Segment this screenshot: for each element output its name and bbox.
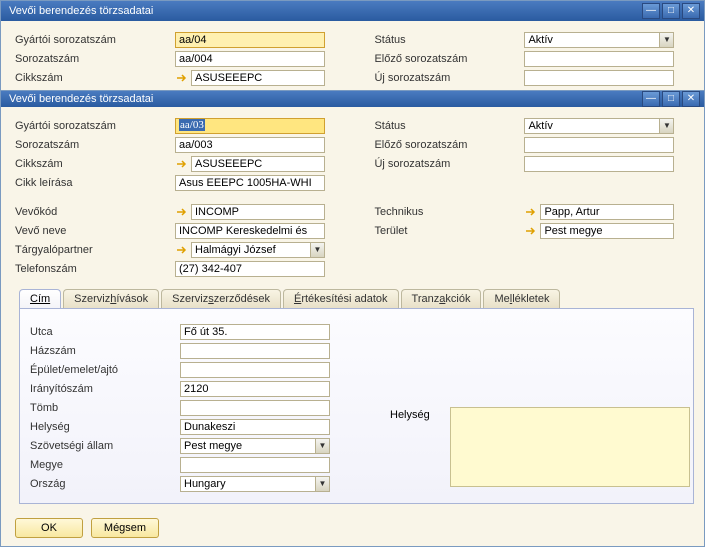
label-technikus: Technikus: [374, 206, 524, 218]
tomb-input[interactable]: [180, 400, 330, 416]
window-title: Vevői berendezés törzsadatai: [9, 5, 640, 17]
chevron-down-icon[interactable]: ▼: [315, 439, 329, 453]
terulet-input[interactable]: [540, 223, 674, 239]
label-sorozat: Sorozatszám: [15, 53, 175, 65]
link-arrow-icon[interactable]: [524, 206, 538, 218]
helyseg-input[interactable]: [180, 419, 330, 435]
technikus-input[interactable]: [540, 204, 674, 220]
elozo-input[interactable]: [524, 51, 674, 67]
chevron-down-icon[interactable]: ▼: [659, 33, 673, 47]
label-cikkleiras: Cikk leírása: [15, 177, 175, 189]
label-gyartoi: Gyártói sorozatszám: [15, 120, 175, 132]
form-area-front: Gyártói sorozatszám aa/03 Státus ▼ Soroz…: [1, 107, 704, 283]
label-vevoneve: Vevő neve: [15, 225, 175, 237]
targyalo-select[interactable]: [191, 242, 325, 258]
label-iranyito: Irányítószám: [30, 383, 180, 395]
chevron-down-icon[interactable]: ▼: [659, 119, 673, 133]
vevoneve-input[interactable]: [175, 223, 325, 239]
link-arrow-icon[interactable]: [524, 225, 538, 237]
label-status: Státus: [374, 34, 524, 46]
titlebar-front: Vevői berendezés törzsadatai — □ ✕: [1, 91, 704, 107]
tab-ertekesitesi[interactable]: Értékesítési adatok: [283, 289, 399, 308]
label-hazszam: Házszám: [30, 345, 180, 357]
elozo-input[interactable]: [524, 137, 674, 153]
minimize-button[interactable]: —: [642, 3, 660, 19]
form-area-back: Gyártói sorozatszám Státus ▼ Sorozatszám…: [1, 21, 704, 92]
label-szovetseg: Szövetségi állam: [30, 440, 180, 452]
maximize-button[interactable]: □: [662, 3, 680, 19]
telefon-input[interactable]: [175, 261, 325, 277]
epulet-input[interactable]: [180, 362, 330, 378]
label-status: Státus: [374, 120, 524, 132]
tab-mellekletek[interactable]: Mellékletek: [483, 289, 560, 308]
label-sorozat: Sorozatszám: [15, 139, 175, 151]
close-button[interactable]: ✕: [682, 3, 700, 19]
tab-tranzakciok[interactable]: Tranzakciók: [401, 289, 482, 308]
link-arrow-icon[interactable]: [175, 72, 189, 84]
link-arrow-icon[interactable]: [175, 158, 189, 170]
chevron-down-icon[interactable]: ▼: [310, 243, 324, 257]
vevokod-input[interactable]: [191, 204, 325, 220]
label-cikkszam: Cikkszám: [15, 72, 175, 84]
maximize-button[interactable]: □: [662, 91, 680, 107]
sorozat-input[interactable]: [175, 137, 325, 153]
ok-button[interactable]: OK: [15, 518, 83, 538]
titlebar-back: Vevői berendezés törzsadatai — □ ✕: [1, 1, 704, 21]
close-button[interactable]: ✕: [682, 91, 700, 107]
cikkszam-input[interactable]: [191, 156, 325, 172]
label-vevokod: Vevőkód: [15, 206, 175, 218]
utca-input[interactable]: [180, 324, 330, 340]
cikkleiras-input[interactable]: [175, 175, 325, 191]
label-helyseg: Helység: [30, 421, 180, 433]
window-front: Vevői berendezés törzsadatai — □ ✕ Gyárt…: [0, 90, 705, 547]
label-uj: Új sorozatszám: [374, 158, 524, 170]
uj-input[interactable]: [524, 70, 674, 86]
label-orszag: Ország: [30, 478, 180, 490]
tab-szervizhivasok[interactable]: Szervizhívások: [63, 289, 159, 308]
cancel-button[interactable]: Mégsem: [91, 518, 159, 538]
label-terulet: Terület: [374, 225, 524, 237]
megye-input[interactable]: [180, 457, 330, 473]
label-helyseg-box: Helység: [390, 407, 450, 487]
label-tomb: Tömb: [30, 402, 180, 414]
label-elozo: Előző sorozatszám: [374, 53, 524, 65]
szovetseg-select[interactable]: [180, 438, 330, 454]
status-select[interactable]: [524, 118, 674, 134]
helyseg-box: Helység: [390, 407, 690, 487]
cikkszam-input[interactable]: [191, 70, 325, 86]
label-uj: Új sorozatszám: [374, 72, 524, 84]
label-telefon: Telefonszám: [15, 263, 175, 275]
uj-input[interactable]: [524, 156, 674, 172]
gyartoi-input[interactable]: [175, 32, 325, 48]
iranyito-input[interactable]: [180, 381, 330, 397]
label-megye: Megye: [30, 459, 180, 471]
helyseg-textarea[interactable]: [450, 407, 690, 487]
tabs: Cím Szervizhívások Szervizszerződések Ér…: [19, 289, 694, 308]
tab-cim[interactable]: Cím: [19, 289, 61, 308]
label-cikkszam: Cikkszám: [15, 158, 175, 170]
label-epulet: Épület/emelet/ajtó: [30, 364, 180, 376]
chevron-down-icon[interactable]: ▼: [315, 477, 329, 491]
orszag-select[interactable]: [180, 476, 330, 492]
label-gyartoi: Gyártói sorozatszám: [15, 34, 175, 46]
link-arrow-icon[interactable]: [175, 244, 189, 256]
minimize-button[interactable]: —: [642, 91, 660, 107]
tab-szervizszerzodesek[interactable]: Szervizszerződések: [161, 289, 281, 308]
label-elozo: Előző sorozatszám: [374, 139, 524, 151]
link-arrow-icon[interactable]: [175, 206, 189, 218]
sorozat-input[interactable]: [175, 51, 325, 67]
label-targyalo: Tárgyalópartner: [15, 244, 175, 256]
status-select[interactable]: [524, 32, 674, 48]
address-panel: Utca Házszám Épület/emelet/ajtó Irányító…: [19, 308, 694, 504]
hazszam-input[interactable]: [180, 343, 330, 359]
footer: OK Mégsem: [1, 510, 704, 546]
window-title: Vevői berendezés törzsadatai: [9, 93, 640, 105]
label-utca: Utca: [30, 326, 180, 338]
